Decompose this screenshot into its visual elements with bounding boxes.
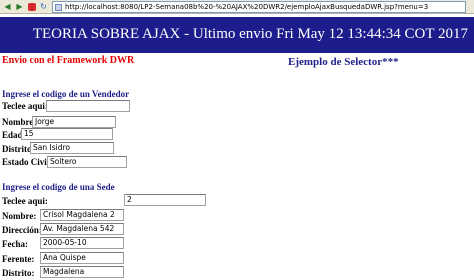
vendedor-nombre-label: Nombre xyxy=(2,117,34,127)
back-arrow-icon[interactable]: ◀ xyxy=(3,2,12,11)
stop-icon xyxy=(27,2,36,11)
selector-title: Ejemplo de Selector*** xyxy=(288,56,399,68)
vendedor-code-input[interactable] xyxy=(46,100,130,112)
forward-arrow-icon[interactable]: ▶ xyxy=(15,2,24,11)
vendedor-distrito-label: Distrito xyxy=(2,144,32,154)
sede-code-input[interactable]: 2 xyxy=(124,194,206,206)
vendedor-nombre-field[interactable]: Jorge xyxy=(32,116,116,128)
sede-input-label: Teclee aqui: xyxy=(2,196,48,206)
page-icon xyxy=(55,3,62,11)
sede-nombre-label: Nombre: xyxy=(2,211,37,221)
stop-button[interactable] xyxy=(27,2,36,11)
reload-icon[interactable]: ↻ xyxy=(39,2,48,11)
vendedor-section-title: Ingrese el codigo de un Vendedor xyxy=(2,89,130,99)
vendedor-input-label: Teclee aqui: xyxy=(2,101,48,111)
vendedor-edad-label: Edad xyxy=(2,130,23,140)
dwr-note: Envio con el Framework DWR xyxy=(2,55,135,66)
sede-ferente-field[interactable]: Ana Quispe xyxy=(40,252,124,264)
sede-direccion-field[interactable]: Av. Magdalena 542 xyxy=(40,223,124,235)
sede-fecha-field[interactable]: 2000-05-10 xyxy=(40,237,124,249)
sede-fecha-label: Fecha: xyxy=(2,239,28,249)
sede-ferente-label: Ferente: xyxy=(2,254,35,264)
page-title: TEORIA SOBRE AJAX - Ultimo envio Fri May… xyxy=(32,26,468,42)
sede-section-title: Ingrese el codigo de una Sede xyxy=(2,182,115,192)
sede-distrito-field[interactable]: Magdalena xyxy=(40,266,124,278)
vendedor-estado-civil-field[interactable]: Soltero xyxy=(47,156,127,168)
sede-direccion-label: Dirección: xyxy=(2,225,42,235)
sede-nombre-field[interactable]: Crisol Magdalena 2 xyxy=(40,209,124,221)
vendedor-distrito-field[interactable]: San Isidro xyxy=(30,142,114,154)
vendedor-estado-civil-label: Estado Civil xyxy=(2,157,50,167)
header-banner: TEORIA SOBRE AJAX - Ultimo envio Fri May… xyxy=(0,17,474,53)
address-bar[interactable]: http://localhost:8080/LP2-Semana08b%20-%… xyxy=(52,1,466,13)
browser-toolbar: ◀ ▶ ↻ ⌂ http://localhost:8080/LP2-Semana… xyxy=(0,0,474,14)
url-text: http://localhost:8080/LP2-Semana08b%20-%… xyxy=(65,3,429,11)
sede-distrito-label: Distrito: xyxy=(2,268,35,278)
vendedor-edad-field[interactable]: 15 xyxy=(21,128,113,140)
